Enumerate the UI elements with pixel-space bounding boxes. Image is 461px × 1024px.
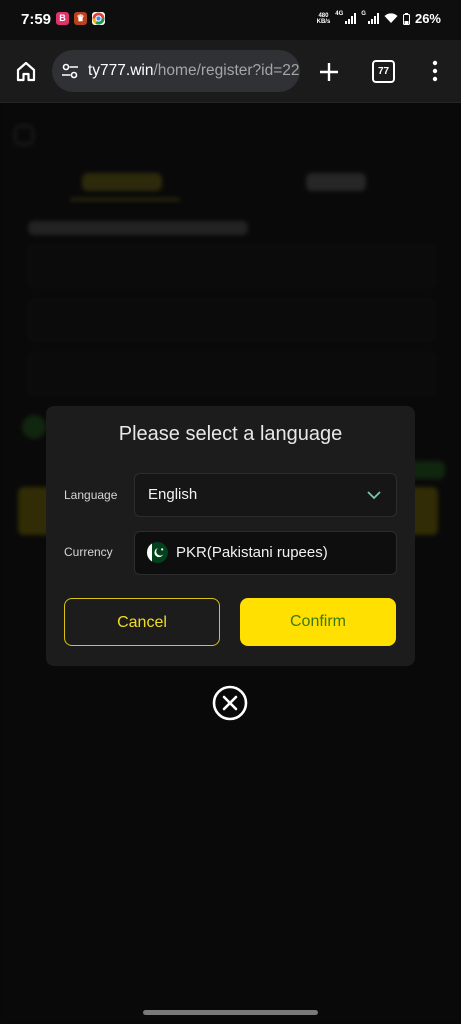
confirm-button[interactable]: Confirm <box>240 598 396 646</box>
signal-icon <box>345 13 357 24</box>
currency-value: PKR(Pakistani rupees) <box>176 544 328 561</box>
battery-icon <box>402 12 410 25</box>
new-tab-icon[interactable] <box>318 61 340 83</box>
cancel-button[interactable]: Cancel <box>64 598 220 646</box>
network-type-label-2: G <box>361 10 366 17</box>
url-host: ty777.win <box>88 62 154 79</box>
status-indicators: 480 KB/s 4G G 26% <box>317 10 441 27</box>
network-speed: 480 KB/s <box>317 13 331 25</box>
browser-toolbar: ty777.win/home/register?id=223 77 <box>0 40 461 103</box>
notification-icons: B ♛ <box>56 12 105 25</box>
chevron-down-icon <box>367 491 381 500</box>
more-menu-icon[interactable] <box>425 60 445 82</box>
network-type-label: 4G <box>335 10 344 17</box>
site-settings-icon[interactable] <box>61 62 79 80</box>
tab-switcher-button[interactable]: 77 <box>372 60 395 83</box>
close-icon[interactable] <box>212 685 248 721</box>
dialog-title: Please select a language <box>118 423 343 445</box>
signal-icon-2 <box>367 13 379 24</box>
gesture-navigation-bar[interactable] <box>143 1010 318 1015</box>
app-notification-icon: B <box>56 12 69 25</box>
game-notification-icon: ♛ <box>74 12 87 25</box>
pakistan-flag-icon <box>147 542 168 563</box>
status-time: 7:59 <box>21 11 52 28</box>
currency-field[interactable]: PKR(Pakistani rupees) <box>134 531 397 575</box>
url-text[interactable]: ty777.win/home/register?id=223 <box>88 62 300 80</box>
network-speed-value: 480 <box>318 12 329 19</box>
language-value: English <box>148 486 198 503</box>
wifi-icon <box>384 13 398 23</box>
network-speed-unit: KB/s <box>316 18 331 25</box>
chrome-notification-icon <box>92 12 105 25</box>
address-bar[interactable]: ty777.win/home/register?id=223 <box>52 50 300 92</box>
url-path: /home/register?id=223 <box>153 62 300 79</box>
battery-percent: 26% <box>414 11 441 26</box>
language-dialog: Please select a language Language Englis… <box>46 406 415 666</box>
home-icon[interactable] <box>14 60 38 84</box>
language-select[interactable]: English <box>134 473 397 517</box>
currency-label: Currency <box>64 545 113 559</box>
language-label: Language <box>64 488 118 502</box>
status-bar: 7:59 B ♛ 480 KB/s 4G G 26% <box>0 0 461 40</box>
